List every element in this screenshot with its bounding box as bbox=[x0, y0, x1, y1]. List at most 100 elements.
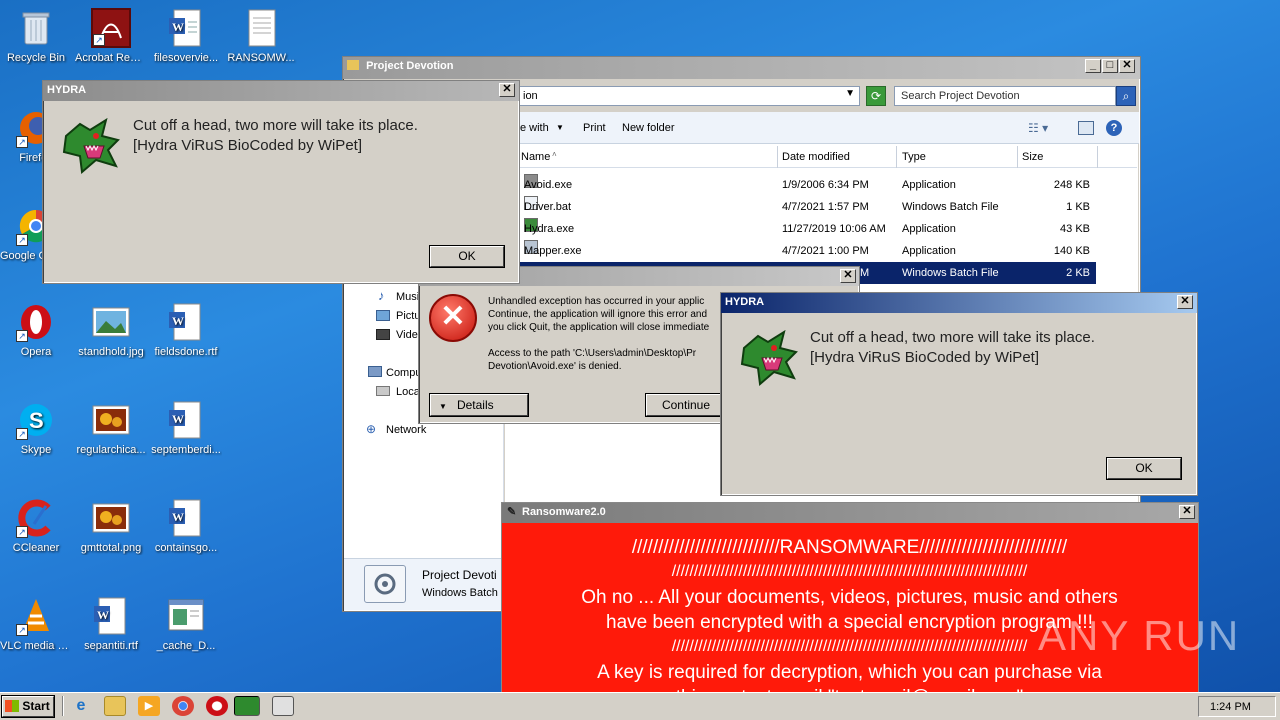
search-input[interactable]: Search Project Devotion bbox=[894, 86, 1116, 106]
desktop-icon-label: Recycle Bin bbox=[6, 52, 66, 64]
svg-text:W: W bbox=[172, 314, 184, 328]
file-name: Avoid.exe bbox=[524, 179, 573, 191]
close-button[interactable]: ✕ bbox=[1177, 295, 1193, 309]
file-row[interactable]: Mapper.exe 4/7/2021 1:00 PM Application … bbox=[520, 240, 1096, 262]
nav-item-videos[interactable]: Vide bbox=[396, 329, 418, 341]
hydra-message: Cut off a head, two more will take its p… bbox=[810, 328, 1180, 368]
nav-item-music[interactable]: Musi bbox=[396, 291, 419, 303]
file-size: 43 KB bbox=[1060, 223, 1090, 235]
error-icon: ✕ bbox=[429, 294, 477, 342]
text-document-icon bbox=[241, 8, 281, 48]
nav-item-computer[interactable]: Compu bbox=[386, 367, 421, 379]
network-icon: ⊕ bbox=[366, 422, 377, 436]
opera-icon[interactable] bbox=[206, 696, 228, 716]
ok-button[interactable]: OK bbox=[430, 246, 504, 267]
ransomware-titlebar[interactable]: ✎ Ransomware2.0 ✕ bbox=[502, 503, 1198, 523]
desktop-icon-ccleaner[interactable]: ↗ CCleaner bbox=[0, 498, 72, 555]
file-row[interactable]: Avoid.exe 1/9/2006 6:34 PM Application 2… bbox=[520, 174, 1096, 196]
column-header-type[interactable]: Type bbox=[902, 151, 926, 163]
media-player-icon[interactable]: ▶ bbox=[138, 696, 160, 716]
nav-item-network[interactable]: Network bbox=[386, 424, 426, 436]
file-type: Application bbox=[902, 179, 956, 191]
desktop-icon-filesoverview[interactable]: W filesovervie... bbox=[150, 8, 222, 65]
nav-item-pictures[interactable]: Pictu bbox=[396, 310, 420, 322]
desktop-icon-containsgo[interactable]: W containsgo... bbox=[150, 498, 222, 555]
clock[interactable]: 1:24 PM bbox=[1210, 701, 1251, 713]
preview-pane-icon[interactable] bbox=[1078, 121, 1094, 135]
file-row[interactable]: Hydra.exe 11/27/2019 10:06 AM Applicatio… bbox=[520, 218, 1096, 240]
desktop-icon-skype[interactable]: S ↗ Skype bbox=[0, 400, 72, 457]
start-button[interactable]: Start bbox=[2, 696, 54, 717]
hydra-dialog-titlebar[interactable]: HYDRA ✕ bbox=[721, 293, 1197, 313]
hydra-message-line: Cut off a head, two more will take its p… bbox=[810, 329, 1095, 346]
desktop-icon-acrobat[interactable]: ↗ Acrobat Reader DC bbox=[75, 8, 147, 65]
close-button[interactable]: ✕ bbox=[1179, 505, 1195, 519]
chevron-down-icon: ▼ bbox=[439, 402, 447, 411]
desktop-icon-gmttotal[interactable]: gmttotal.png bbox=[75, 498, 147, 555]
chevron-down-icon[interactable]: ▼ bbox=[845, 88, 855, 99]
internet-explorer-icon[interactable]: e bbox=[70, 696, 92, 716]
address-bar[interactable]: ion ▼ bbox=[518, 86, 860, 106]
hydra-dialog-titlebar[interactable]: HYDRA ✕ bbox=[43, 81, 519, 101]
new-folder-button[interactable]: New folder bbox=[622, 122, 675, 134]
desktop-icon-opera[interactable]: ↗ Opera bbox=[0, 302, 72, 359]
file-name: Hydra.exe bbox=[524, 223, 575, 235]
open-with-button[interactable]: e with bbox=[520, 122, 549, 134]
drive-icon bbox=[376, 386, 390, 396]
details-button[interactable]: ▼ Details bbox=[430, 394, 528, 416]
maximize-button[interactable]: □ bbox=[1102, 59, 1118, 73]
chrome-icon[interactable] bbox=[172, 696, 194, 716]
explorer-titlebar[interactable]: Project Devotion _ □ ✕ bbox=[343, 57, 1140, 79]
column-divider bbox=[896, 146, 897, 168]
desktop-icon-fieldsdone[interactable]: W fieldsdone.rtf bbox=[150, 302, 222, 359]
desktop-icon-label: fieldsdone.rtf bbox=[154, 346, 218, 358]
minimize-button[interactable]: _ bbox=[1085, 59, 1101, 73]
hydra-message-line: Cut off a head, two more will take its p… bbox=[133, 117, 418, 134]
desktop-icon-label: standhold.jpg bbox=[78, 346, 144, 358]
desktop-icon-standhold[interactable]: standhold.jpg bbox=[75, 302, 147, 359]
print-button[interactable]: Print bbox=[583, 122, 606, 134]
search-icon[interactable]: ⌕ bbox=[1116, 86, 1136, 106]
image-file-icon bbox=[91, 400, 131, 440]
column-divider bbox=[1097, 146, 1098, 168]
help-icon[interactable]: ? bbox=[1106, 120, 1122, 136]
close-button[interactable]: ✕ bbox=[499, 83, 515, 97]
pin-icon: ✎ bbox=[507, 506, 517, 518]
app-window-icon[interactable] bbox=[272, 696, 294, 716]
desktop-icon-sepantiti[interactable]: W sepantiti.rtf bbox=[75, 596, 147, 653]
error-text-line: Continue, the application will ignore th… bbox=[488, 309, 708, 320]
ransomware-window: ✎ Ransomware2.0 ✕ //////////////////////… bbox=[501, 502, 1199, 720]
file-type: Application bbox=[902, 245, 956, 257]
desktop-icon-recycle-bin[interactable]: Recycle Bin bbox=[0, 8, 72, 65]
close-button[interactable]: ✕ bbox=[1119, 59, 1135, 73]
ok-button[interactable]: OK bbox=[1107, 458, 1181, 479]
word-document-icon: W bbox=[91, 596, 131, 636]
desktop-icon-label: Opera bbox=[20, 346, 52, 358]
desktop-icon-label: containsgo... bbox=[154, 542, 218, 554]
svg-text:S: S bbox=[29, 408, 44, 433]
file-explorer-icon[interactable] bbox=[104, 696, 126, 716]
close-button[interactable]: ✕ bbox=[840, 269, 856, 283]
column-header-size[interactable]: Size bbox=[1022, 151, 1043, 163]
continue-button[interactable]: Continue bbox=[646, 394, 726, 416]
desktop-icon-cache[interactable]: _cache_D... bbox=[150, 596, 222, 653]
desktop-icon-septemberdi[interactable]: W septemberdi... bbox=[150, 400, 222, 457]
file-type: Windows Batch File bbox=[902, 267, 999, 279]
address-text: ion bbox=[523, 90, 538, 102]
nav-item-local-disk[interactable]: Loca bbox=[396, 386, 420, 398]
column-header-name[interactable]: Name bbox=[521, 151, 550, 163]
desktop-icon-ransomware[interactable]: RANSOMW... bbox=[225, 8, 297, 65]
desktop-icon-label: Skype bbox=[20, 444, 52, 456]
windows-logo-icon bbox=[5, 700, 19, 712]
view-options-icon[interactable]: ☷ ▾ bbox=[1028, 121, 1048, 135]
refresh-button[interactable]: ⟳ bbox=[866, 86, 886, 106]
column-header-date[interactable]: Date modified bbox=[782, 151, 850, 163]
taskbar-separator bbox=[62, 696, 64, 716]
vlc-icon: ↗ bbox=[16, 596, 56, 636]
file-row[interactable]: Driver.bat 4/7/2021 1:57 PM Windows Batc… bbox=[520, 196, 1096, 218]
hydra-taskbar-icon[interactable] bbox=[234, 696, 260, 716]
desktop-icon-regularchica[interactable]: regularchica... bbox=[75, 400, 147, 457]
desktop-icon-vlc[interactable]: ↗ VLC media player bbox=[0, 596, 72, 653]
hydra-dialog-title: HYDRA bbox=[725, 296, 765, 308]
desktop-icon-label: RANSOMW... bbox=[227, 52, 295, 64]
